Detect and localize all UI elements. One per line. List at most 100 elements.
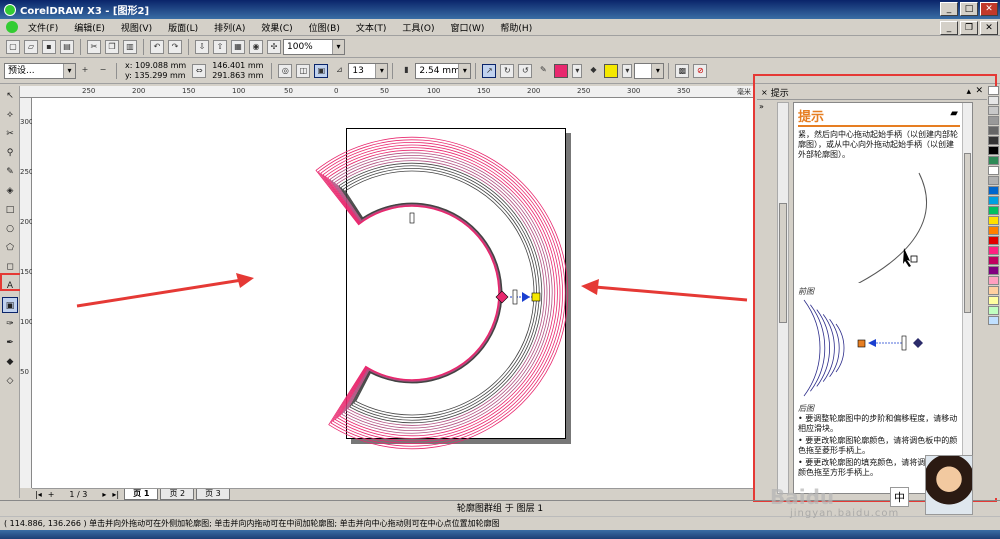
docker-arrow-icon[interactable]: ▴ xyxy=(966,87,971,97)
height-value[interactable]: 291.863 mm xyxy=(212,71,263,81)
steps-input[interactable]: 13 xyxy=(348,62,389,79)
ellipse-tool-icon[interactable]: ○ xyxy=(2,221,18,237)
palette-swatch[interactable] xyxy=(988,246,999,255)
close-button[interactable]: ✕ xyxy=(980,2,998,16)
fill-color-dropdown[interactable]: ▾ xyxy=(622,63,633,78)
docker-scroll-thumb[interactable] xyxy=(779,203,787,323)
menu-effects[interactable]: 效果(C) xyxy=(253,21,300,34)
open-file-icon[interactable]: ▱ xyxy=(24,39,38,54)
doc-minimize-button[interactable]: _ xyxy=(940,21,958,35)
outline-color-swatch[interactable] xyxy=(554,63,569,78)
hints-scrollbar[interactable] xyxy=(962,103,972,493)
end-color-combo[interactable] xyxy=(634,62,665,79)
palette-swatch[interactable] xyxy=(988,186,999,195)
first-page-button[interactable]: |◂ xyxy=(32,490,45,499)
zoom-combo[interactable]: 100% xyxy=(283,38,345,55)
position-readout[interactable]: x: 109.088 mm y: 135.299 mm xyxy=(125,61,186,81)
add-preset-icon[interactable]: + xyxy=(78,64,92,78)
docker-tab-icon[interactable]: » xyxy=(759,102,775,116)
add-page-button[interactable]: + xyxy=(45,490,58,499)
palette-swatch[interactable] xyxy=(988,306,999,315)
palette-swatch[interactable] xyxy=(988,316,999,325)
polygon-tool-icon[interactable]: ⬠ xyxy=(2,240,18,256)
contour-step[interactable] xyxy=(344,170,535,416)
menu-edit[interactable]: 编辑(E) xyxy=(66,21,113,34)
cut-icon[interactable]: ✂ xyxy=(87,39,101,54)
menu-window[interactable]: 窗口(W) xyxy=(443,21,493,34)
palette-swatch[interactable] xyxy=(988,176,999,185)
page-tab-3[interactable]: 页 3 xyxy=(196,489,230,500)
pick-tool-icon[interactable]: ↖ xyxy=(2,88,18,104)
contour-step[interactable] xyxy=(342,168,537,418)
crop-tool-icon[interactable]: ✂ xyxy=(2,126,18,142)
palette-swatch[interactable] xyxy=(988,156,999,165)
palette-swatch[interactable] xyxy=(988,146,999,155)
palette-swatch[interactable] xyxy=(988,166,999,175)
maximize-button[interactable]: □ xyxy=(960,2,978,16)
freehand-tool-icon[interactable]: ✎ xyxy=(2,164,18,180)
print-icon[interactable]: ▤ xyxy=(60,39,74,54)
minimize-button[interactable]: _ xyxy=(940,2,958,16)
drawing-canvas[interactable] xyxy=(32,98,755,488)
corel-online-icon[interactable]: ◉ xyxy=(249,39,263,54)
page-tab-1[interactable]: 页 1 xyxy=(124,489,159,500)
save-icon[interactable]: ▪ xyxy=(42,39,56,54)
clockwise-color-icon[interactable]: ↻ xyxy=(500,63,515,78)
palette-swatch[interactable] xyxy=(988,226,999,235)
doc-restore-button[interactable]: ❐ xyxy=(960,21,978,35)
undo-icon[interactable]: ↶ xyxy=(150,39,164,54)
menu-text[interactable]: 文本(T) xyxy=(348,21,395,34)
palette-swatch[interactable] xyxy=(988,256,999,265)
palette-swatch[interactable] xyxy=(988,236,999,245)
eyedropper-tool-icon[interactable]: ✑ xyxy=(2,316,18,332)
palette-swatch[interactable] xyxy=(988,116,999,125)
interactive-fill-tool-icon[interactable]: ◇ xyxy=(2,373,18,389)
menu-layout[interactable]: 版面(L) xyxy=(160,21,206,34)
menu-tools[interactable]: 工具(O) xyxy=(394,21,442,34)
menu-file[interactable]: 文件(F) xyxy=(20,21,66,34)
x-position[interactable]: x: 109.088 mm xyxy=(125,61,186,71)
page-tab-2[interactable]: 页 2 xyxy=(160,489,195,500)
next-page-button[interactable]: ▸ xyxy=(99,490,109,499)
ime-indicator[interactable]: 中 xyxy=(890,487,909,507)
rectangle-tool-icon[interactable]: □ xyxy=(2,202,18,218)
shape-tool-icon[interactable]: ⟡ xyxy=(2,107,18,123)
palette-swatch[interactable] xyxy=(988,286,999,295)
inside-icon[interactable]: ◫ xyxy=(296,63,311,78)
palette-swatch[interactable] xyxy=(988,136,999,145)
hints-book-icon[interactable]: ▰ xyxy=(950,108,958,119)
palette-swatch[interactable] xyxy=(988,196,999,205)
palette-swatch[interactable] xyxy=(988,96,999,105)
docker-close-icon[interactable]: ✕ xyxy=(975,86,983,96)
doc-close-button[interactable]: ✕ xyxy=(980,21,998,35)
docker-scrollbar[interactable] xyxy=(777,102,789,494)
palette-swatch[interactable] xyxy=(988,296,999,305)
fill-color-handle[interactable] xyxy=(531,292,541,302)
snap-icon[interactable]: ✣ xyxy=(267,39,281,54)
width-value[interactable]: 146.401 mm xyxy=(212,61,263,71)
fill-color-swatch[interactable] xyxy=(604,63,619,78)
menu-arrange[interactable]: 排列(A) xyxy=(206,21,253,34)
menu-bitmaps[interactable]: 位图(B) xyxy=(301,21,348,34)
outline-color-handle[interactable] xyxy=(495,290,509,304)
palette-swatch[interactable] xyxy=(988,106,999,115)
contour-tool-icon[interactable]: ▣ xyxy=(2,297,18,313)
last-page-button[interactable]: ▸| xyxy=(109,490,122,499)
redo-icon[interactable]: ↷ xyxy=(168,39,182,54)
counterclockwise-color-icon[interactable]: ↺ xyxy=(518,63,533,78)
doc-icon[interactable] xyxy=(6,21,18,33)
copy-icon[interactable]: ❐ xyxy=(105,39,119,54)
clear-contour-icon[interactable]: ⊘ xyxy=(693,63,708,78)
menu-help[interactable]: 帮助(H) xyxy=(492,21,540,34)
outline-color-dropdown[interactable]: ▾ xyxy=(572,63,583,78)
smart-fill-tool-icon[interactable]: ◈ xyxy=(2,183,18,199)
palette-swatch[interactable] xyxy=(988,266,999,275)
remove-preset-icon[interactable]: − xyxy=(96,64,110,78)
to-center-icon[interactable]: ◎ xyxy=(278,63,293,78)
zoom-tool-icon[interactable]: ⚲ xyxy=(2,145,18,161)
palette-swatch[interactable] xyxy=(988,86,999,95)
palette-swatch[interactable] xyxy=(988,126,999,135)
size-readout[interactable]: 146.401 mm 291.863 mm xyxy=(212,61,263,81)
menu-view[interactable]: 视图(V) xyxy=(113,21,160,34)
hints-scroll-thumb[interactable] xyxy=(964,153,971,313)
